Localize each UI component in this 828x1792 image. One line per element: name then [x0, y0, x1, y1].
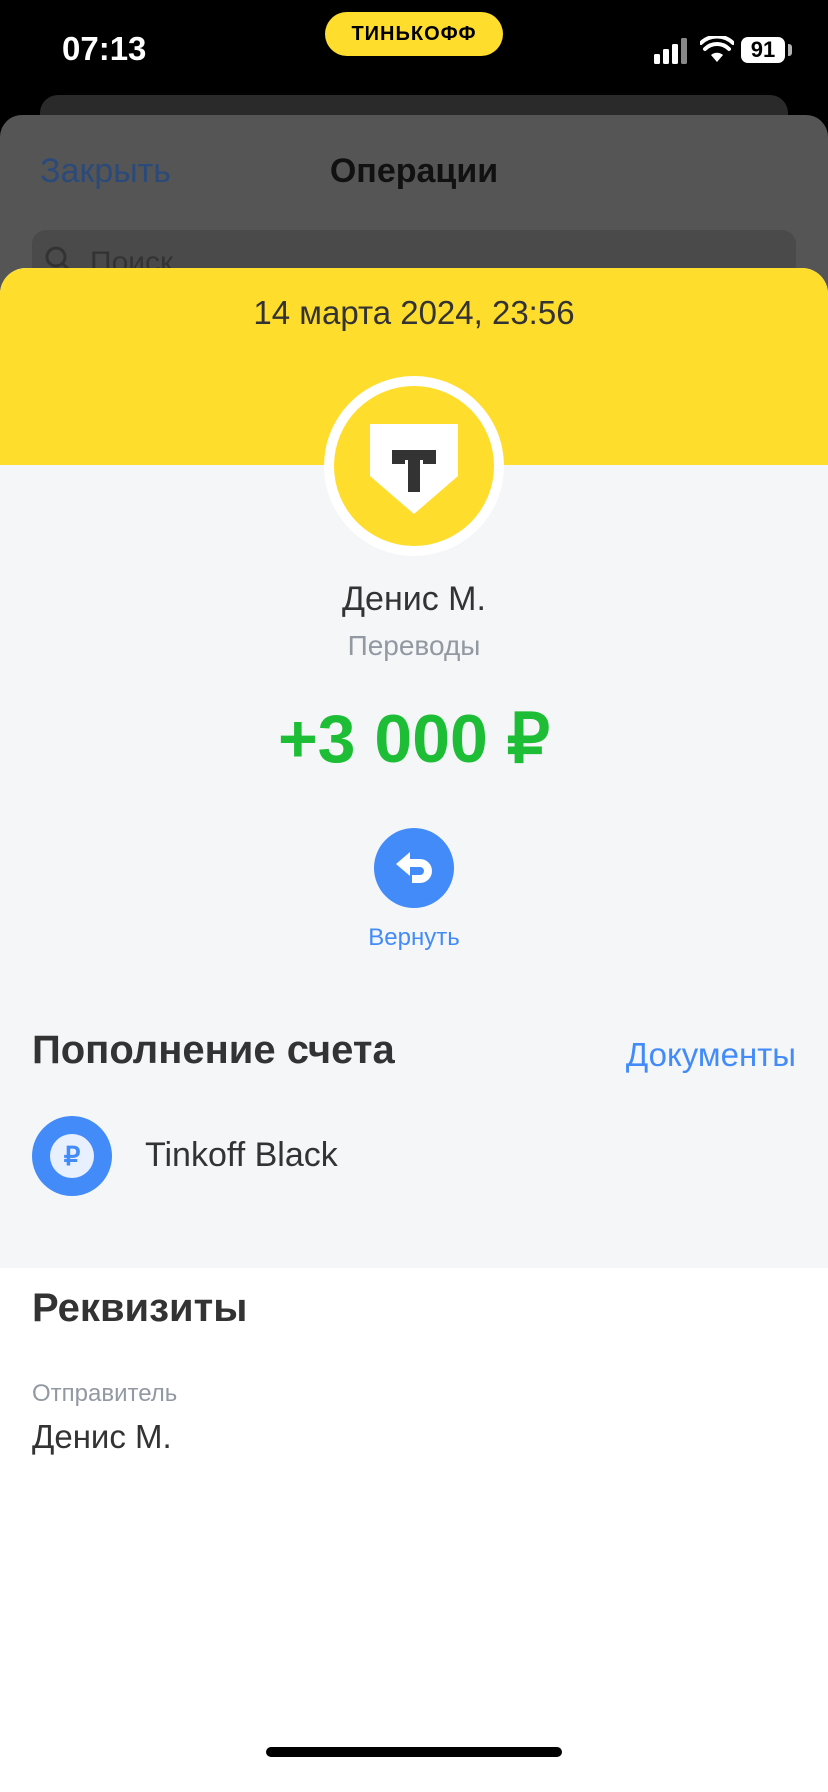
documents-link[interactable]: Документы — [626, 1036, 796, 1074]
details-section-title: Реквизиты — [32, 1286, 248, 1330]
operation-amount: +3 000 ₽ — [277, 701, 551, 777]
cellular-signal-icon — [654, 38, 687, 64]
tinkoff-shield-icon — [370, 424, 458, 514]
wifi-icon — [700, 36, 734, 62]
status-time: 07:13 — [62, 30, 147, 67]
home-indicator[interactable] — [266, 1747, 562, 1757]
operation-category: Переводы — [347, 630, 481, 661]
return-arrow-icon — [396, 852, 432, 883]
sender-label: Отправитель — [32, 1380, 178, 1407]
return-label[interactable]: Вернуть — [0, 924, 828, 952]
battery-tip — [788, 44, 792, 56]
operation-datetime: 14 марта 2024, 23:56 — [253, 294, 575, 331]
sender-value: Денис М. — [32, 1418, 172, 1455]
operation-sheet: 14 марта 2024, 23:56 Денис М. Переводы +… — [0, 268, 828, 1792]
background-title: Операции — [329, 152, 499, 190]
ruble-icon: ₽ — [50, 1134, 94, 1178]
topup-section-title: Пополнение счета — [32, 1028, 395, 1072]
status-bar: 07:13 ТИНЬКОФФ 91 — [0, 0, 828, 110]
account-name[interactable]: Tinkoff Black — [145, 1136, 338, 1175]
battery-indicator: 91 — [741, 37, 785, 63]
counterparty-name: Денис М. — [342, 580, 486, 618]
app-pill[interactable]: ТИНЬКОФФ — [325, 12, 503, 56]
